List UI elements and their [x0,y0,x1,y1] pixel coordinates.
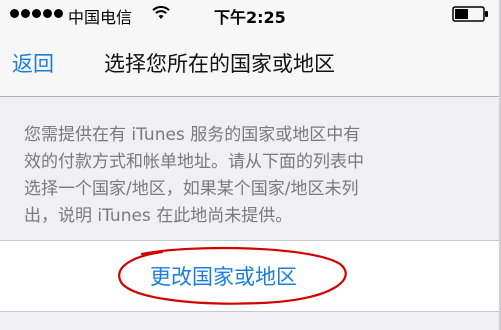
itunes-country-screen: 中国电信 下午2:25 返回 选择您所在的国家或地区 您需提供在有 iTunes… [0,0,501,330]
carrier-name: 中国电信 [68,8,133,27]
change-country-button[interactable]: 更改国家或地区 [150,261,297,291]
description-text: 您需提供在有 iTunes 服务的国家或地区中有 效的付款方式和帐单地址。请从下… [24,122,480,230]
description-line: 选择一个国家/地区，如果某个国家/地区未列 [24,179,359,199]
status-bar: 中国电信 下午2:25 [0,0,501,28]
page-title: 选择您所在的国家或地区 [104,52,335,76]
description-line: 效的付款方式和帐单地址。请从下面的列表中 [24,152,364,172]
wifi-icon [152,6,170,19]
signal-strength-icon [10,9,63,18]
description-line: 您需提供在有 iTunes 服务的国家或地区中有 [24,125,361,145]
status-time: 下午2:25 [214,8,286,27]
change-country-cell[interactable]: 更改国家或地区 [0,240,501,312]
back-button[interactable]: 返回 [12,48,54,78]
battery-icon [452,6,488,22]
navigation-bar: 返回 选择您所在的国家或地区 [0,28,501,97]
description-line: 出，说明 iTunes 在此地尚未提供。 [24,206,293,226]
